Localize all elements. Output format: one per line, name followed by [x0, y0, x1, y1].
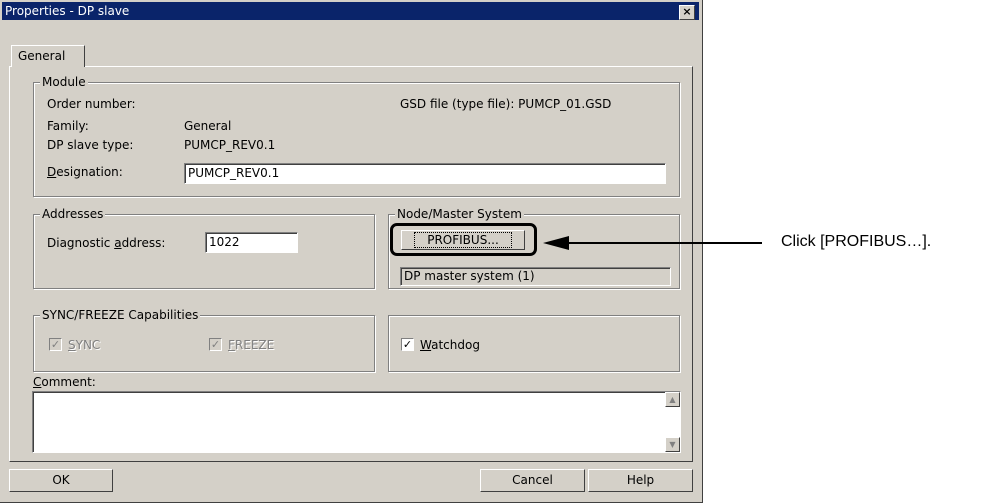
- callout-text: Click [PROFIBUS…].: [781, 233, 932, 250]
- callout-arrowhead: [543, 236, 569, 250]
- tab-general-label: General: [18, 49, 66, 63]
- tab-general[interactable]: General: [11, 45, 85, 67]
